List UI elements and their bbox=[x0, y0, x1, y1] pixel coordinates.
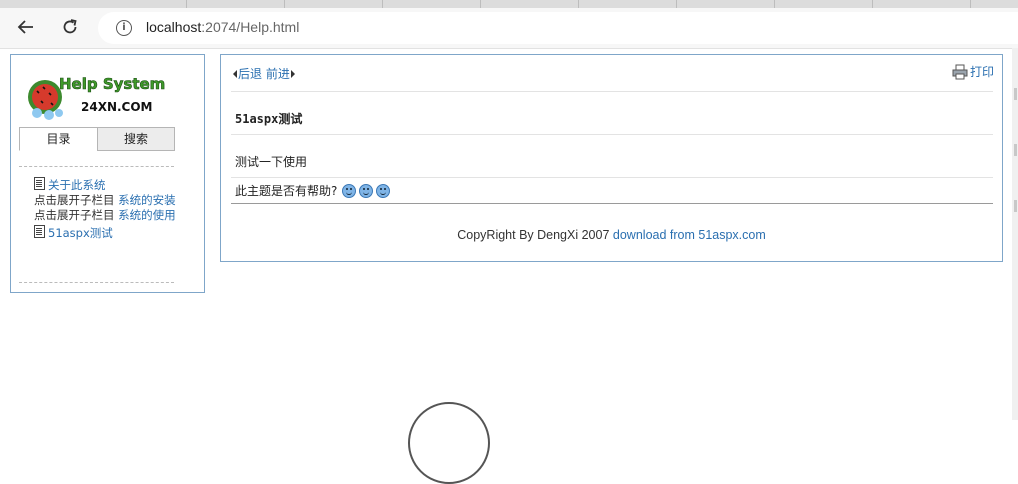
expand-icon[interactable]: 点击展开子栏目 bbox=[34, 208, 115, 222]
tree-item-install[interactable]: 点击展开子栏目 系统的安装 bbox=[34, 193, 184, 208]
divider bbox=[231, 203, 993, 204]
unhappy-face-icon[interactable] bbox=[342, 183, 357, 198]
printer-icon bbox=[952, 64, 968, 79]
browser-toolbar: i localhost:2074/Help.html bbox=[0, 8, 1018, 49]
document-icon bbox=[34, 225, 45, 238]
feedback-row: 此主题是否有帮助? bbox=[235, 182, 391, 199]
divider bbox=[19, 282, 174, 283]
forward-arrow-icon bbox=[290, 70, 295, 78]
topic-body: 测试一下使用 bbox=[235, 155, 308, 169]
divider bbox=[231, 134, 993, 135]
history-nav: 后退 前进 bbox=[233, 65, 295, 82]
info-icon[interactable]: i bbox=[116, 20, 132, 36]
divider bbox=[231, 177, 993, 178]
cursor-ring bbox=[408, 402, 490, 484]
tree-item-test[interactable]: 51aspx测试 bbox=[34, 225, 184, 241]
arrow-left-icon bbox=[17, 20, 33, 34]
help-system-logo: Help System 24XN.COM bbox=[28, 75, 166, 120]
download-link[interactable]: download from 51aspx.com bbox=[613, 228, 766, 242]
tab-strip bbox=[0, 0, 1018, 8]
sidebar-tabs: 目录 搜索 bbox=[19, 127, 175, 151]
help-content: 后退 前进 打印 51aspx测试 测试一下使用 此主题是否有帮助? CopyR… bbox=[220, 54, 1003, 262]
page-title: 51aspx测试 bbox=[235, 112, 303, 126]
happy-face-icon[interactable] bbox=[376, 183, 391, 198]
forward-link[interactable]: 前进 bbox=[266, 67, 290, 81]
footer: CopyRight By DengXi 2007 download from 5… bbox=[457, 228, 766, 242]
help-tree: 关于此系统 点击展开子栏目 系统的安装 点击展开子栏目 系统的使用 51aspx… bbox=[34, 177, 184, 241]
scrollbar-strip bbox=[1012, 48, 1018, 420]
address-bar[interactable]: i localhost:2074/Help.html bbox=[98, 12, 1018, 44]
url-text[interactable]: localhost:2074/Help.html bbox=[146, 19, 299, 35]
tab-contents[interactable]: 目录 bbox=[19, 127, 98, 151]
tab-search[interactable]: 搜索 bbox=[97, 127, 175, 151]
svg-text:24XN.COM: 24XN.COM bbox=[81, 100, 153, 114]
divider bbox=[19, 166, 174, 167]
reload-icon bbox=[63, 19, 77, 34]
document-icon bbox=[34, 177, 45, 190]
svg-text:Help System: Help System bbox=[59, 75, 165, 93]
print-button[interactable]: 打印 bbox=[952, 63, 994, 80]
help-sidebar: Help System 24XN.COM 目录 搜索 关于此系统 点击展开子栏目… bbox=[10, 54, 205, 293]
back-link[interactable]: 后退 bbox=[238, 67, 262, 81]
back-arrow-icon bbox=[233, 70, 237, 78]
tree-item-usage[interactable]: 点击展开子栏目 系统的使用 bbox=[34, 208, 184, 223]
neutral-face-icon[interactable] bbox=[359, 183, 374, 198]
divider bbox=[231, 91, 993, 92]
tree-item-about[interactable]: 关于此系统 bbox=[34, 177, 184, 193]
expand-icon[interactable]: 点击展开子栏目 bbox=[34, 193, 115, 207]
reload-button[interactable] bbox=[57, 14, 83, 40]
back-button[interactable] bbox=[13, 14, 39, 40]
